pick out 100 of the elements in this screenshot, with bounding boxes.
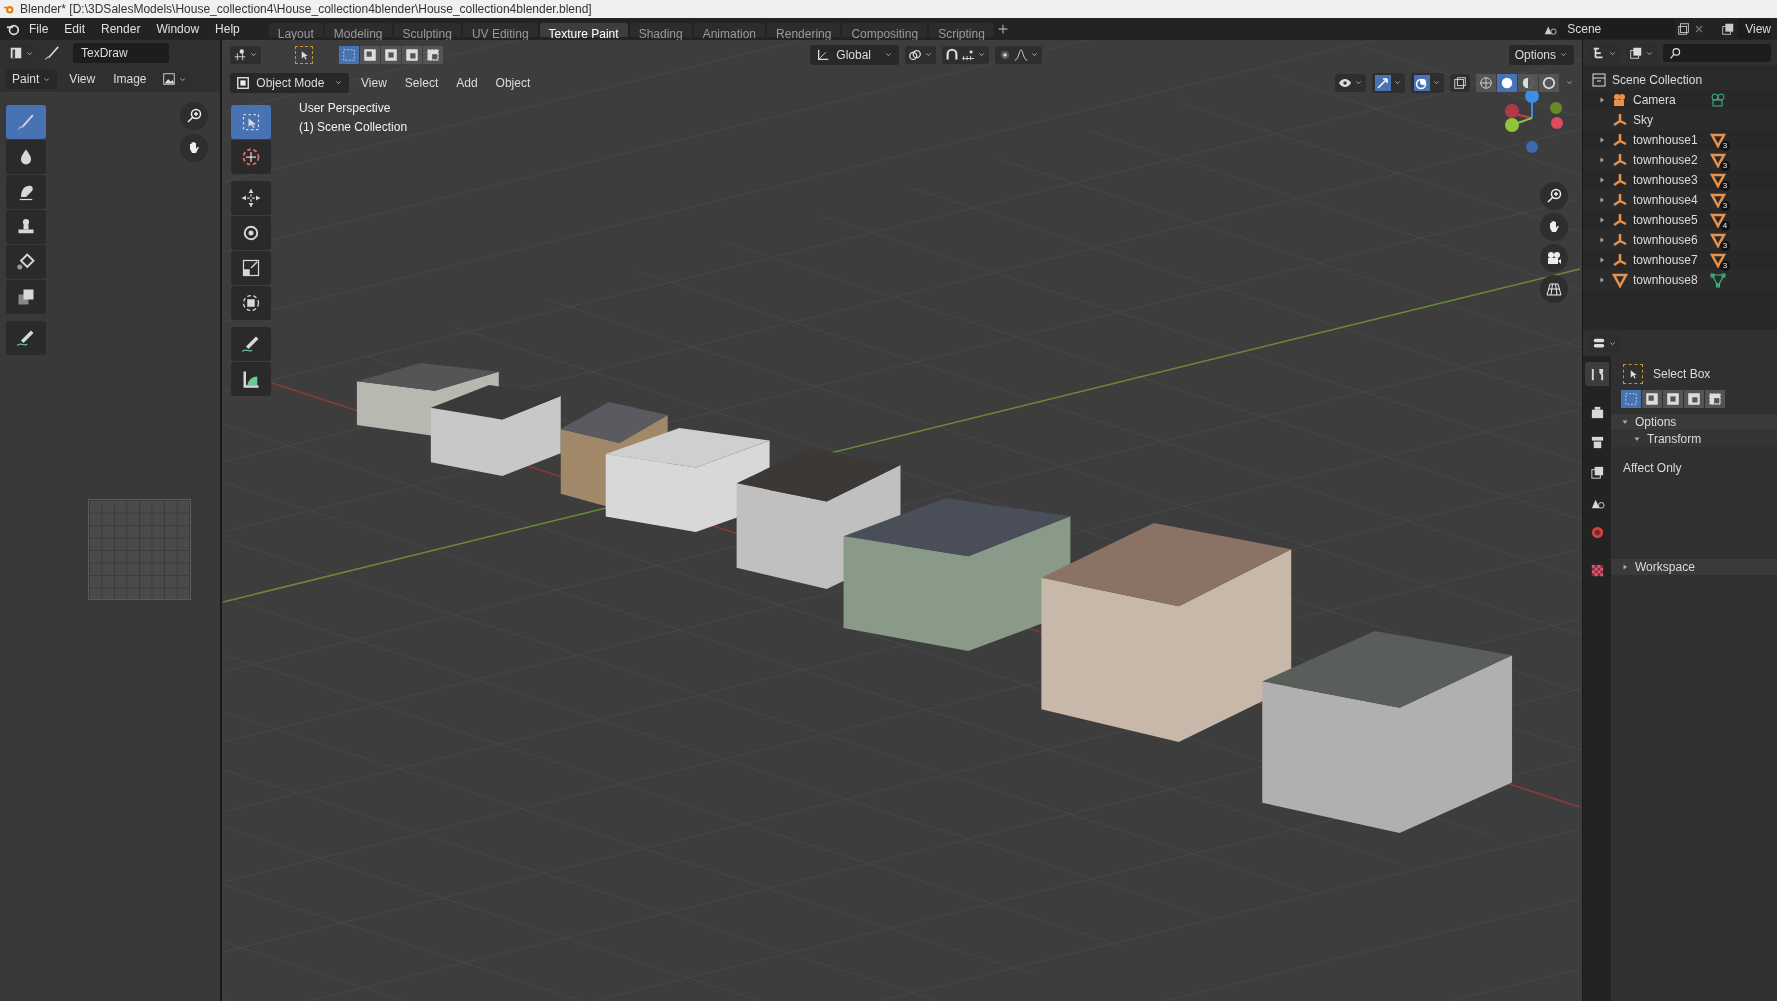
triangle-icon[interactable] <box>1710 192 1726 208</box>
scene-field[interactable]: Scene <box>1559 19 1676 39</box>
select-box-icon <box>241 112 261 132</box>
collapsed-arrow-icon[interactable] <box>1598 276 1606 284</box>
menu-item[interactable]: Render <box>94 19 148 39</box>
collapsed-arrow-icon[interactable] <box>1598 96 1606 104</box>
selection-mode-icon <box>363 47 377 62</box>
panel-header[interactable]: Transform <box>1611 431 1777 447</box>
collapsed-arrow-icon[interactable] <box>1598 236 1606 244</box>
tool-button[interactable] <box>231 362 271 396</box>
collapsed-arrow-icon[interactable] <box>1598 216 1606 224</box>
tool-button[interactable] <box>231 251 271 285</box>
magnet-icon <box>945 47 960 62</box>
properties-tab[interactable] <box>1585 362 1609 386</box>
gizmo-button[interactable] <box>1372 72 1405 93</box>
mode-dropdown[interactable]: Object Mode <box>230 72 350 93</box>
triangle-icon[interactable] <box>1710 152 1726 168</box>
collapsed-arrow-icon[interactable] <box>1598 196 1606 204</box>
triangle-icon <box>1612 272 1628 288</box>
annotate-icon <box>16 328 36 348</box>
outliner-item[interactable]: townhouse2 <box>1633 153 1705 167</box>
tool-button[interactable] <box>6 321 46 355</box>
triangle-icon[interactable] <box>1710 252 1726 268</box>
pan-button[interactable] <box>180 134 208 162</box>
search-field[interactable] <box>1663 44 1771 62</box>
select-mode-button[interactable] <box>1684 390 1704 408</box>
expanded-arrow-icon[interactable] <box>1633 435 1641 443</box>
mesh-icon[interactable] <box>1710 272 1726 288</box>
count-badge: 3 <box>1720 241 1730 251</box>
tool-button[interactable] <box>231 216 271 250</box>
tool-button[interactable] <box>231 181 271 215</box>
tool-button[interactable] <box>6 210 46 244</box>
brush-icon[interactable] <box>43 44 61 62</box>
overlay-button[interactable] <box>1411 72 1444 93</box>
tool-button[interactable] <box>6 140 46 174</box>
panel-header[interactable]: Options <box>1611 414 1777 430</box>
workspace-tab[interactable]: Texture Paint <box>539 23 628 37</box>
caret-icon <box>1559 50 1568 59</box>
triangle-icon[interactable] <box>1710 232 1726 248</box>
selection-mode-icon <box>342 47 356 62</box>
outliner-item[interactable]: townhouse1 <box>1633 133 1705 147</box>
view-layer-field[interactable]: View <box>1737 19 1771 39</box>
selection-mode-icon <box>1666 392 1680 406</box>
triangle-icon[interactable] <box>1710 132 1726 148</box>
menu-item[interactable]: Help <box>208 19 247 39</box>
tool-button[interactable] <box>231 286 271 320</box>
outliner-item[interactable]: townhouse6 <box>1633 233 1705 247</box>
select-tool-button[interactable] <box>295 45 313 64</box>
image-stack-icon <box>1589 464 1605 480</box>
zoom-button[interactable] <box>180 102 208 130</box>
camera-icon[interactable] <box>1710 92 1726 108</box>
menu-item[interactable]: Window <box>149 19 207 39</box>
menu-item[interactable]: View <box>63 69 102 89</box>
paint-menu[interactable]: Paint <box>6 69 58 89</box>
image-stack-icon[interactable] <box>1721 22 1736 36</box>
camera-back-icon <box>1589 404 1605 420</box>
menu-item[interactable]: Edit <box>57 19 93 39</box>
outliner-item[interactable]: Sky <box>1633 113 1705 127</box>
triangle-icon[interactable] <box>1710 212 1726 228</box>
collapsed-arrow-icon[interactable] <box>1598 256 1606 264</box>
collapsed-arrow-icon[interactable] <box>1598 176 1606 184</box>
outliner-item[interactable]: Scene Collection <box>1612 73 1703 87</box>
outliner-item[interactable]: townhouse4 <box>1633 193 1705 207</box>
outliner-item[interactable]: townhouse7 <box>1633 253 1705 267</box>
tool-button[interactable] <box>231 140 271 174</box>
outliner-item[interactable]: Camera <box>1633 93 1705 107</box>
brush-field[interactable]: TexDraw <box>73 43 169 63</box>
blender-logo-icon[interactable] <box>6 22 20 36</box>
overlay-icon <box>1414 74 1430 91</box>
tool-button[interactable] <box>6 280 46 314</box>
count-badge: 3 <box>1720 261 1730 271</box>
collapsed-arrow-icon[interactable] <box>1598 136 1606 144</box>
viewport-info: User Perspective <box>299 101 392 115</box>
menu-item[interactable]: Object <box>489 72 537 93</box>
selection-mode-icon <box>384 47 398 62</box>
workspace-tab[interactable]: Animation <box>693 23 766 37</box>
outliner-item[interactable]: townhouse5 <box>1633 213 1705 227</box>
menu-item[interactable]: Image <box>107 69 153 89</box>
outliner-item[interactable]: townhouse3 <box>1633 173 1705 187</box>
copy-icon[interactable] <box>1677 22 1692 36</box>
select-mode-button[interactable] <box>1705 390 1725 408</box>
menu-item[interactable]: View <box>355 72 393 93</box>
select-mode-button[interactable] <box>1642 390 1662 408</box>
tool-button[interactable] <box>231 327 271 361</box>
menu-item[interactable]: Select <box>398 72 445 93</box>
orientation-dropdown[interactable]: Global <box>810 44 900 65</box>
panel-header[interactable]: Workspace <box>1611 559 1777 575</box>
tool-button[interactable] <box>6 245 46 279</box>
tool-button[interactable] <box>6 175 46 209</box>
collapsed-arrow-icon[interactable] <box>1598 156 1606 164</box>
select-mode-button[interactable] <box>1663 390 1683 408</box>
axes-icon <box>1612 252 1628 268</box>
viewport-icon <box>233 47 247 62</box>
active-tool-name: Select Box <box>1653 367 1711 381</box>
collapsed-arrow-icon[interactable] <box>1621 563 1629 571</box>
menu-item[interactable]: File <box>22 19 56 39</box>
expanded-arrow-icon[interactable] <box>1621 418 1629 426</box>
outliner-item[interactable]: townhouse8 <box>1633 273 1705 287</box>
triangle-icon[interactable] <box>1710 172 1726 188</box>
menu-item[interactable]: Add <box>450 72 484 93</box>
